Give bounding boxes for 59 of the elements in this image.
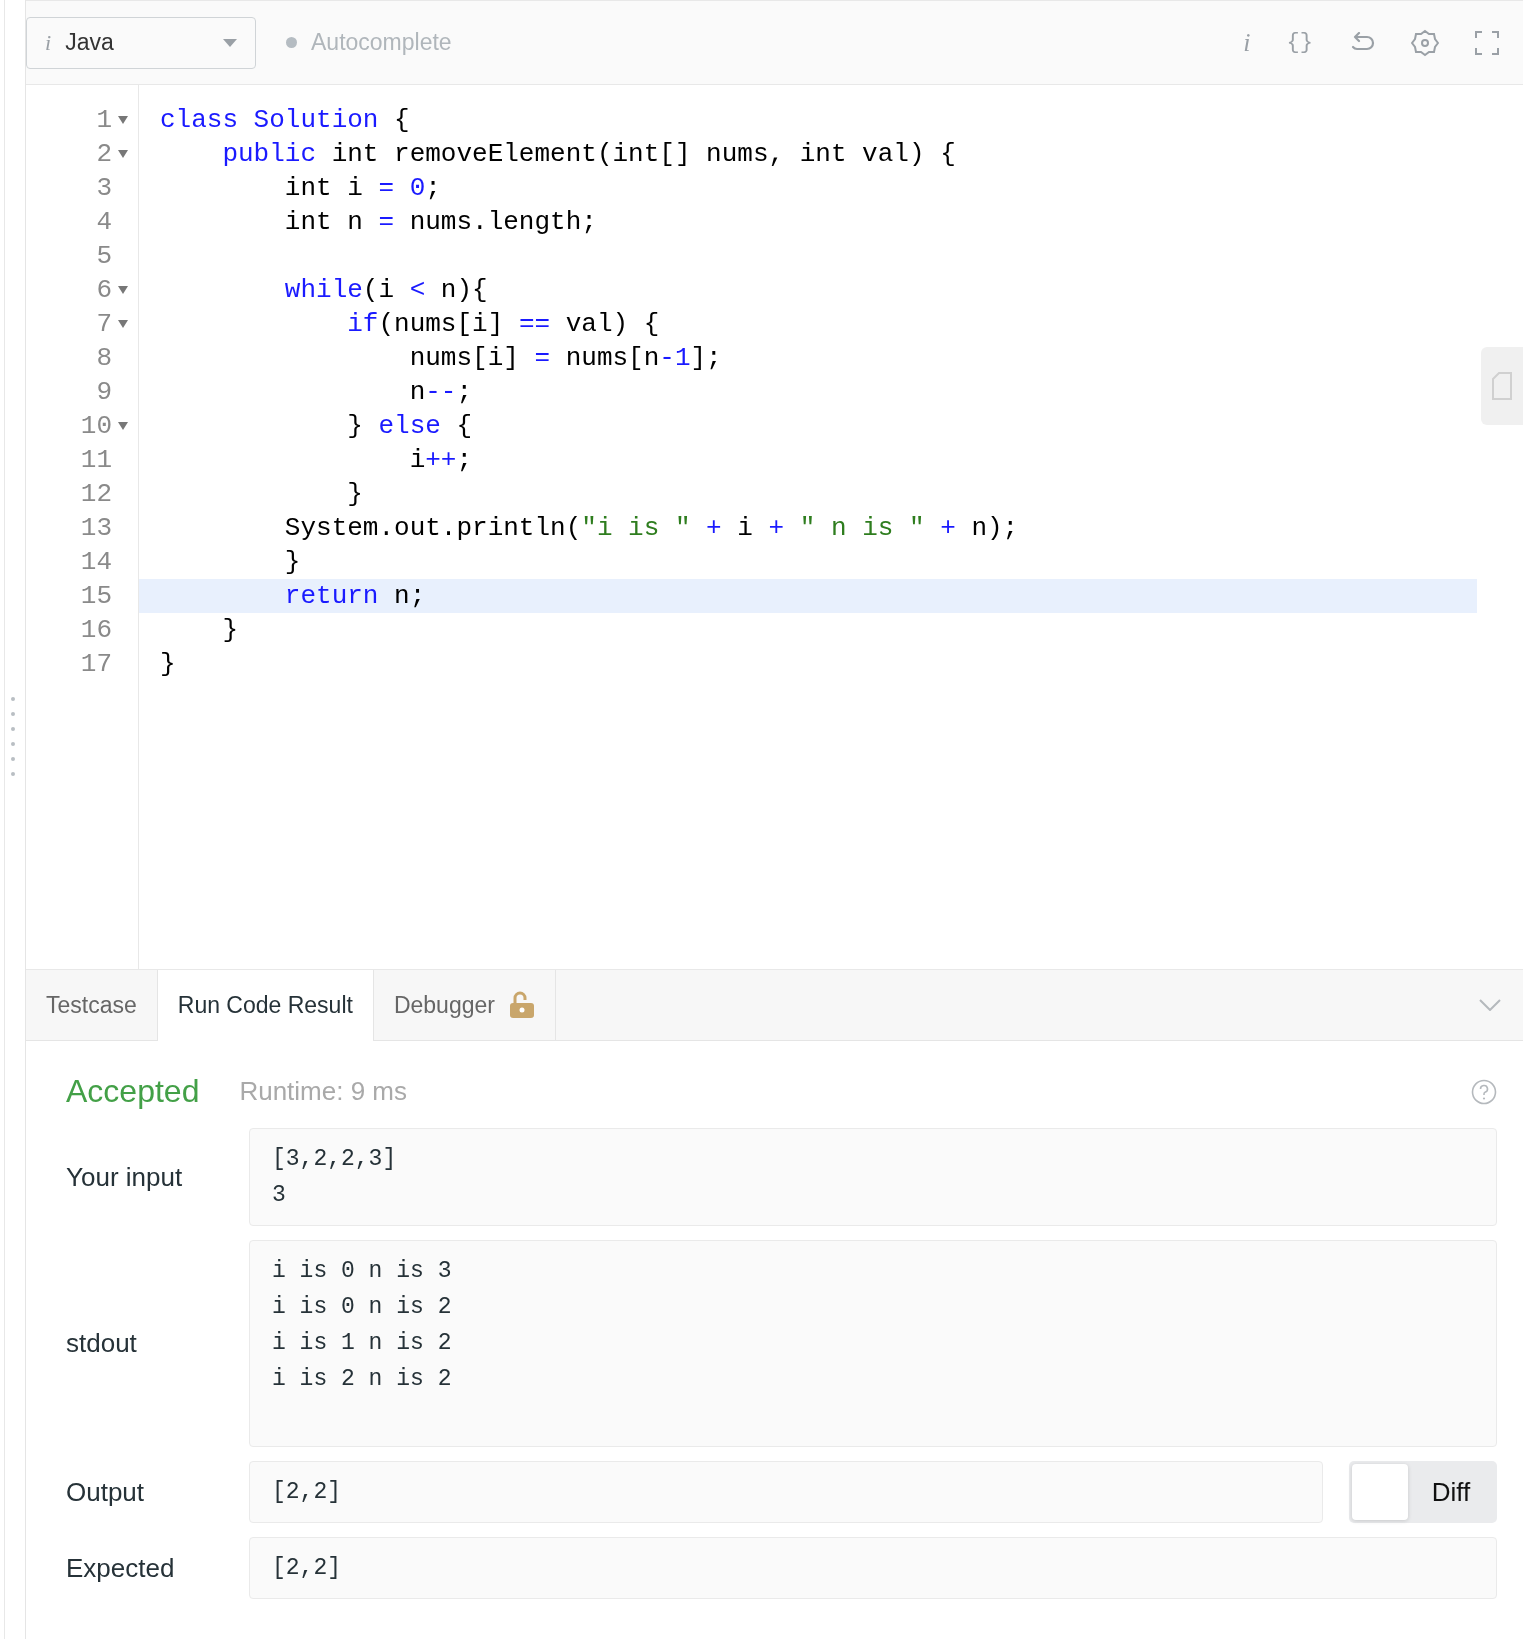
fold-arrow-icon[interactable] [118,116,128,124]
field-label: Output [66,1476,146,1508]
code-line: n--; [408,376,474,409]
code-line: class Solution { [159,104,411,137]
code-line: while(i < n){ [283,274,489,307]
code-line: } [221,614,239,647]
fold-arrow-icon[interactable] [118,150,128,158]
fold-arrow-icon[interactable] [118,286,128,294]
line-number: 11 [80,445,112,475]
line-number: 1 [96,105,112,135]
line-number: 7 [96,309,112,339]
line-number: 15 [80,581,112,611]
resize-handle-icon[interactable] [9,695,16,779]
field-label: Expected [66,1552,176,1584]
help-icon[interactable] [1471,1078,1497,1105]
code-line: nums[i] = nums[n-1]; [408,342,723,375]
runtime-text: Runtime: 9 ms [239,1076,408,1107]
line-number: 10 [80,411,112,441]
output-box: [2,2] [249,1537,1497,1599]
output-box: [2,2] [249,1461,1323,1523]
output-box: i is 0 n is 3 i is 0 n is 2 i is 1 n is 2 i is 2 n is 2 [249,1240,1497,1447]
code-line: } [283,546,302,579]
line-number: 6 [96,275,112,305]
settings-icon[interactable] [1411,28,1439,57]
status-text: Accepted [66,1073,200,1110]
caret-icon [223,38,237,47]
diff-toggle[interactable]: Diff [1349,1461,1497,1523]
field-label: stdout [66,1328,138,1359]
code-line: int n = nums.length; [283,206,598,239]
line-number: 9 [96,377,112,407]
code-line: if(nums[i] == val) { [346,308,661,341]
line-number: 3 [96,173,112,203]
line-number: 2 [96,139,112,169]
code-line: } else { [346,410,474,443]
code-line: int i = 0; [283,172,442,205]
line-number: 8 [96,343,112,373]
code-line: } [159,648,177,681]
tab[interactable]: Run Code Result [157,970,374,1041]
fold-arrow-icon[interactable] [118,422,128,430]
output-box: [3,2,2,3] 3 [249,1128,1497,1226]
code-line: System.out.println("i is " + i + " n is " + n); [283,512,1020,545]
code-line: } [346,478,364,511]
fullscreen-icon[interactable] [1475,30,1499,55]
line-number: 12 [80,479,112,509]
line-number: 16 [80,615,112,645]
line-number: 13 [80,513,112,543]
chevron-down-icon[interactable] [1479,999,1501,1011]
side-panel-button[interactable] [1481,347,1523,425]
copy-icon [1491,371,1513,401]
line-number: 5 [96,241,112,271]
line-number: 14 [80,547,112,577]
fold-arrow-icon[interactable] [118,320,128,328]
line-number: 4 [96,207,112,237]
code-line: i++; [408,444,474,477]
field-label: Your input [66,1161,184,1193]
line-number: 17 [80,649,112,679]
language-select[interactable]: i Java [26,16,256,69]
code-line: public int removeElement(int[] nums, int val) { [221,138,957,171]
status-dot [286,37,297,48]
